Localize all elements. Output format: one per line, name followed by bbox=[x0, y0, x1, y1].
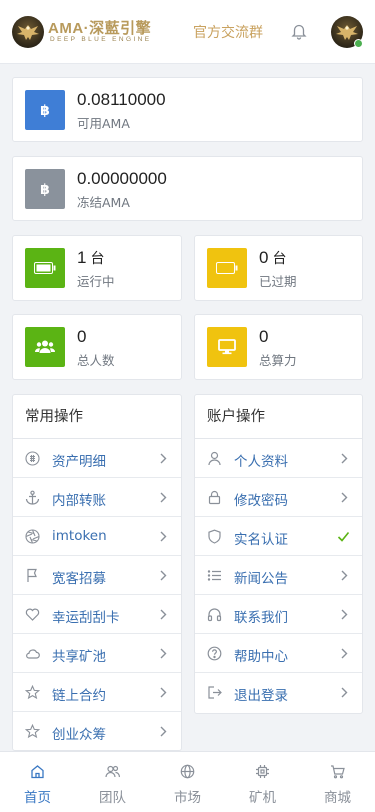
frozen-balance-value: 0.00000000 bbox=[77, 169, 167, 188]
tab-mall[interactable]: 商城 bbox=[300, 752, 375, 812]
chevron-right-icon bbox=[160, 726, 167, 737]
help-circle-icon bbox=[207, 646, 222, 661]
menu-item-logout[interactable]: 退出登录 bbox=[195, 673, 362, 712]
users-icon bbox=[25, 327, 65, 367]
star-icon bbox=[25, 724, 40, 739]
bottom-tab-bar: 首页 团队 市场 矿机 商城 bbox=[0, 751, 375, 812]
total-hashrate-card[interactable]: 0 总算力 bbox=[194, 314, 363, 380]
bell-icon[interactable] bbox=[290, 22, 308, 40]
menu-item-shared-mining-pool[interactable]: 共享矿池 bbox=[13, 634, 181, 673]
chevron-right-icon bbox=[341, 492, 348, 503]
tab-team[interactable]: 团队 bbox=[75, 752, 150, 812]
heart-icon bbox=[25, 608, 40, 621]
total-members-label: 总人数 bbox=[77, 353, 115, 368]
running-count: 1 bbox=[77, 248, 87, 267]
chevron-right-icon bbox=[160, 453, 167, 464]
menu-item-profile[interactable]: 个人资料 bbox=[195, 439, 362, 478]
menu-item-help-center[interactable]: 帮助中心 bbox=[195, 634, 362, 673]
chevron-right-icon bbox=[341, 453, 348, 464]
available-balance-label: 可用AMA bbox=[77, 116, 130, 131]
logo-title: AMA·深藍引擎 bbox=[48, 20, 152, 37]
account-operations-title: 账户操作 bbox=[195, 395, 362, 439]
team-icon bbox=[105, 765, 120, 778]
chevron-right-icon bbox=[341, 570, 348, 581]
expired-label: 已过期 bbox=[259, 274, 297, 289]
available-balance-value: 0.08110000 bbox=[77, 90, 166, 109]
online-status-dot bbox=[354, 39, 363, 48]
app-header: AMA·深藍引擎 DEEP BLUE ENGINE 官方交流群 bbox=[0, 0, 375, 64]
ledger-icon bbox=[25, 451, 40, 466]
frozen-balance-label: 冻结AMA bbox=[77, 195, 130, 210]
chip-icon bbox=[256, 765, 269, 778]
home-icon bbox=[31, 765, 44, 779]
menu-item-news-announcements[interactable]: 新闻公告 bbox=[195, 556, 362, 595]
brand-logo[interactable]: AMA·深藍引擎 DEEP BLUE ENGINE bbox=[12, 14, 152, 50]
menu-item-internal-transfer[interactable]: 内部转账 bbox=[13, 478, 181, 517]
expired-machines-card[interactable]: 0台 已过期 bbox=[194, 235, 363, 301]
chevron-right-icon bbox=[160, 570, 167, 581]
menu-item-identity-verification[interactable]: 实名认证 bbox=[195, 517, 362, 556]
flag-icon bbox=[27, 568, 37, 582]
chevron-right-icon bbox=[160, 531, 167, 542]
logo-subtitle: DEEP BLUE ENGINE bbox=[50, 36, 152, 43]
tab-home[interactable]: 首页 bbox=[0, 752, 75, 812]
official-group-link[interactable]: 官方交流群 bbox=[193, 22, 263, 42]
list-icon bbox=[207, 570, 221, 581]
battery-full-icon bbox=[25, 248, 65, 288]
chevron-right-icon bbox=[160, 492, 167, 503]
anchor-icon bbox=[25, 490, 40, 505]
tab-miners[interactable]: 矿机 bbox=[225, 752, 300, 812]
user-icon bbox=[208, 451, 221, 466]
cart-icon bbox=[331, 765, 345, 779]
menu-item-quant-recruit[interactable]: 宽客招募 bbox=[13, 556, 181, 595]
menu-item-contact-us[interactable]: 联系我们 bbox=[195, 595, 362, 634]
monitor-icon bbox=[207, 327, 247, 367]
total-hashrate-label: 总算力 bbox=[259, 353, 297, 368]
frozen-balance-card[interactable]: ฿ 0.00000000 冻结AMA bbox=[12, 156, 363, 221]
menu-item-asset-details[interactable]: 资产明细 bbox=[13, 439, 181, 478]
headphones-icon bbox=[207, 608, 222, 622]
battery-empty-icon bbox=[207, 248, 247, 288]
shield-icon bbox=[208, 529, 221, 544]
menu-item-change-password[interactable]: 修改密码 bbox=[195, 478, 362, 517]
available-balance-card[interactable]: ฿ 0.08110000 可用AMA bbox=[12, 77, 363, 142]
svg-text:฿: ฿ bbox=[40, 103, 50, 118]
lock-icon bbox=[208, 490, 221, 505]
common-operations-panel: 常用操作 资产明细 内部转账 imtoken 宽客招募 幸运刮刮卡 共享矿池 链… bbox=[12, 394, 182, 751]
aperture-icon bbox=[25, 529, 40, 544]
expired-count: 0 bbox=[259, 248, 269, 267]
menu-item-lucky-scratch-card[interactable]: 幸运刮刮卡 bbox=[13, 595, 181, 634]
bitcoin-icon: ฿ bbox=[25, 90, 65, 130]
running-machines-card[interactable]: 1台 运行中 bbox=[12, 235, 182, 301]
star-icon bbox=[25, 685, 40, 700]
expired-unit: 台 bbox=[272, 250, 287, 266]
menu-item-imtoken[interactable]: imtoken bbox=[13, 517, 181, 556]
total-members-value: 0 bbox=[77, 327, 87, 346]
globe-icon bbox=[180, 764, 195, 779]
chevron-right-icon bbox=[341, 648, 348, 659]
total-members-card[interactable]: 0 总人数 bbox=[12, 314, 182, 380]
chevron-right-icon bbox=[160, 648, 167, 659]
bitcoin-icon: ฿ bbox=[25, 169, 65, 209]
svg-text:฿: ฿ bbox=[40, 182, 50, 197]
chevron-right-icon bbox=[341, 609, 348, 620]
running-label: 运行中 bbox=[77, 274, 115, 289]
chevron-right-icon bbox=[160, 609, 167, 620]
cloud-icon bbox=[26, 649, 40, 659]
account-operations-panel: 账户操作 个人资料 修改密码 实名认证 新闻公告 联系我们 帮助中心 退出登录 bbox=[194, 394, 363, 714]
running-unit: 台 bbox=[90, 250, 105, 266]
checkmark-icon bbox=[337, 531, 350, 542]
tab-market[interactable]: 市场 bbox=[150, 752, 225, 812]
logout-icon bbox=[208, 686, 222, 699]
eagle-emblem-icon bbox=[12, 16, 44, 48]
menu-item-onchain-contract[interactable]: 链上合约 bbox=[13, 673, 181, 712]
total-hashrate-value: 0 bbox=[259, 327, 269, 346]
chevron-right-icon bbox=[160, 687, 167, 698]
chevron-right-icon bbox=[341, 687, 348, 698]
menu-item-crowdfunding[interactable]: 创业众筹 bbox=[13, 712, 181, 750]
common-operations-title: 常用操作 bbox=[13, 395, 181, 439]
